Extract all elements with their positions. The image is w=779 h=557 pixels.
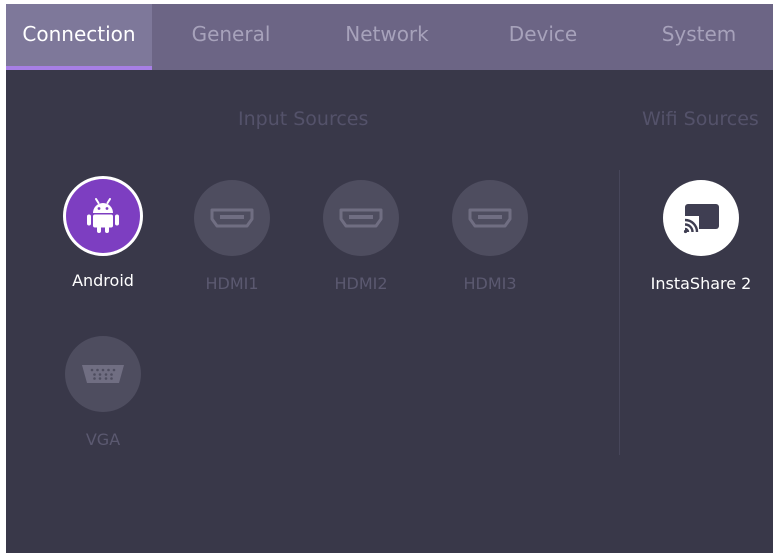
tab-connection-label: Connection: [22, 22, 136, 46]
android-icon: [87, 198, 119, 233]
wifi-sources-title: Wifi Sources: [642, 108, 759, 130]
source-hdmi2[interactable]: HDMI2: [301, 180, 421, 293]
tab-device[interactable]: Device: [480, 4, 606, 70]
tab-general[interactable]: General: [168, 4, 294, 70]
hdmi2-circle: [323, 180, 399, 256]
source-vga[interactable]: VGA: [43, 336, 163, 449]
vga-circle: [65, 336, 141, 412]
tab-connection[interactable]: Connection: [6, 4, 152, 70]
source-hdmi3[interactable]: HDMI3: [430, 180, 550, 293]
source-android-label: Android: [72, 271, 134, 290]
source-hdmi1-label: HDMI1: [205, 274, 259, 293]
source-instashare[interactable]: InstaShare 2: [641, 180, 761, 293]
tab-network-label: Network: [345, 22, 429, 46]
instashare-circle: [663, 180, 739, 256]
source-instashare-label: InstaShare 2: [650, 274, 752, 293]
hdmi-icon: [339, 208, 383, 228]
hdmi1-circle: [194, 180, 270, 256]
hdmi-icon: [468, 208, 512, 228]
source-hdmi1[interactable]: HDMI1: [172, 180, 292, 293]
input-sources-title: Input Sources: [238, 108, 369, 130]
hdmi3-circle: [452, 180, 528, 256]
tab-system-label: System: [661, 22, 737, 46]
active-tab-indicator: [6, 66, 152, 70]
source-hdmi3-label: HDMI3: [463, 274, 517, 293]
section-divider: [619, 170, 620, 455]
tab-general-label: General: [191, 22, 271, 46]
tab-network[interactable]: Network: [324, 4, 450, 70]
settings-panel: Connection General Network Device System…: [6, 4, 773, 553]
android-circle: [66, 179, 140, 253]
hdmi-icon: [210, 208, 254, 228]
tab-device-label: Device: [508, 22, 578, 46]
tab-bar: Connection General Network Device System: [6, 4, 773, 70]
cast-icon: [683, 204, 719, 234]
source-hdmi2-label: HDMI2: [334, 274, 388, 293]
vga-icon: [82, 365, 124, 383]
source-vga-label: VGA: [85, 430, 121, 449]
tab-system[interactable]: System: [636, 4, 762, 70]
source-android[interactable]: Android: [43, 179, 163, 290]
